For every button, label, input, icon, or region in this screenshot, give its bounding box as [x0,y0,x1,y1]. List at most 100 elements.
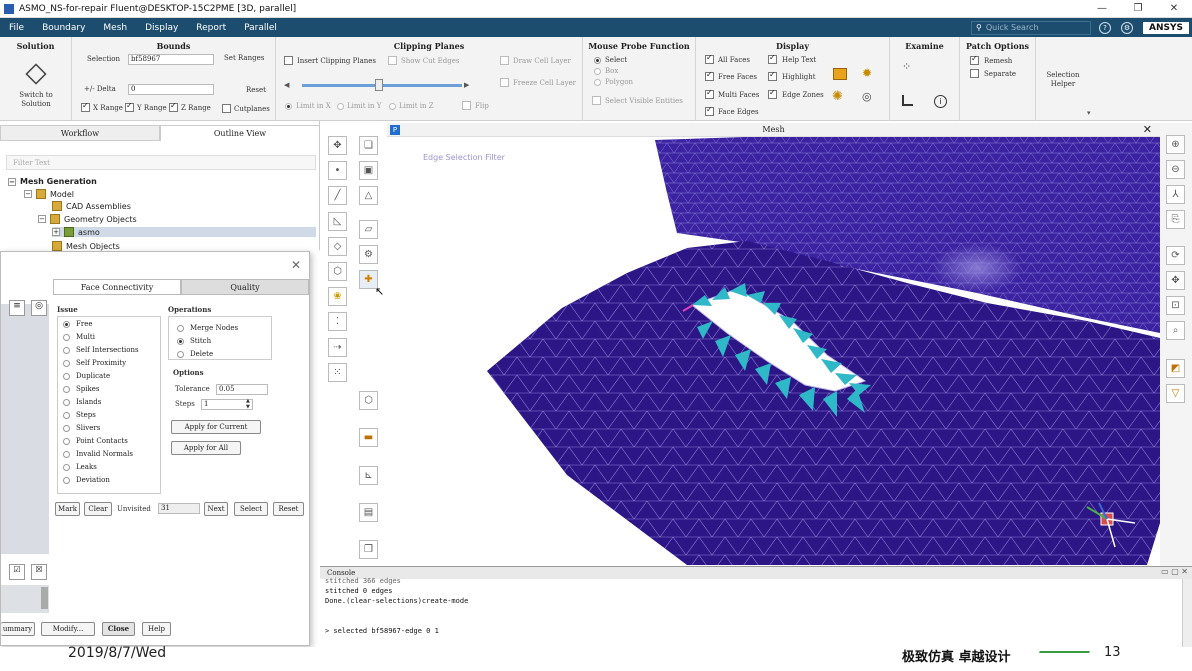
show-cut-edges-checkbox[interactable] [388,56,397,65]
tree-mesh-generation[interactable]: − Mesh Generation [8,177,97,186]
rotate-button[interactable]: ⟳ [1166,246,1185,265]
console-window-controls[interactable]: ▭ ▢ ✕ [1161,567,1188,576]
select-button[interactable]: Select [234,502,268,516]
tool-a-button[interactable]: ❏ [359,136,378,155]
mesh-view[interactable]: Edge Selection Filter [387,123,1160,565]
info-icon[interactable]: i [934,95,947,108]
menu-parallel[interactable]: Parallel [235,23,286,33]
help-button[interactable]: Help [142,622,171,636]
free-faces-checkbox[interactable] [705,70,714,81]
select-mode-button[interactable]: ✥ [328,136,347,155]
menu-report[interactable]: Report [187,23,235,33]
op-delete[interactable]: Delete [177,350,213,358]
zoom-in-button[interactable]: ⊕ [1166,135,1185,154]
help-icon[interactable]: ? [1099,21,1112,34]
tool-e-button[interactable]: ⚙ [359,245,378,264]
slider-left-arrow[interactable]: ◀ [284,81,289,89]
face-mode-button[interactable]: ◺ [328,212,347,231]
view-cube-button[interactable]: ⬡ [359,391,378,410]
list-checked-icon[interactable]: ☑ [9,564,25,580]
view-eye-icon[interactable]: ◎ [862,90,872,103]
edge-mode-button[interactable]: ╱ [328,186,347,205]
next-button[interactable]: Next [204,502,228,516]
restore-button[interactable]: ❐ [1120,3,1156,14]
lighting-icon[interactable]: ✹ [862,66,872,80]
issue-self-intersections[interactable]: Self Intersections [63,346,139,354]
zoom-box-button[interactable]: ⊡ [1166,296,1185,315]
minimize-button[interactable]: — [1084,3,1120,14]
filter-button[interactable]: ▽ [1166,384,1185,403]
remesh-checkbox[interactable] [970,54,979,65]
menu-display[interactable]: Display [136,23,187,33]
menu-boundary[interactable]: Boundary [33,23,94,33]
switch-to-solution-button[interactable]: Switch to Solution [8,91,64,109]
close-button[interactable]: Close [102,622,135,636]
target-icon[interactable]: ◎ [31,300,47,316]
edge-zones-checkbox[interactable] [768,88,777,99]
clear-button[interactable]: Clear [84,502,112,516]
issue-duplicate[interactable]: Duplicate [63,372,110,380]
draw-cell-layer-checkbox[interactable] [500,56,509,65]
issue-multi[interactable]: Multi [63,333,95,341]
summary-button[interactable]: ummary [1,622,35,636]
graphics-close-icon[interactable]: ✕ [1143,123,1152,137]
examine-points-icon[interactable]: ⁘ [902,60,911,73]
export-view-button[interactable]: ⎘ [1166,210,1185,229]
multi-node-button[interactable]: ⁙ [328,363,347,382]
display-color-icon[interactable] [833,68,847,80]
separate-checkbox[interactable] [970,69,979,78]
multi-faces-checkbox[interactable] [705,88,714,99]
axis-view-button[interactable]: ⅄ [1166,185,1185,204]
selection-field[interactable]: bf58967 [128,54,214,65]
magnify-button[interactable]: ⌕ [1166,321,1185,340]
graphics-window[interactable]: Edge Selection Filter [387,123,1160,565]
tool-b-button[interactable]: ▣ [359,161,378,180]
limit-x-radio[interactable] [285,103,292,110]
mark-button[interactable]: Mark [55,502,80,516]
issue-self-proximity[interactable]: Self Proximity [63,359,126,367]
console-panel[interactable]: Console ▭ ▢ ✕ stitched 366 edges stitche… [320,566,1192,647]
pan-button[interactable]: ✥ [1166,271,1185,290]
list-unchecked-icon[interactable]: ☒ [31,564,47,580]
delta-field[interactable]: 0 [128,84,214,95]
clipping-slider-thumb[interactable] [375,79,383,91]
menu-file[interactable]: File [0,23,33,33]
apply-all-button[interactable]: Apply for All [171,441,241,455]
menu-mesh[interactable]: Mesh [94,23,136,33]
reset-bounds-button[interactable]: Reset [246,86,266,94]
zoom-out-button[interactable]: ⊖ [1166,160,1185,179]
tree-mesh-objects[interactable]: Mesh Objects [52,241,120,251]
tool-d-button[interactable]: ▱ [359,220,378,239]
tree-asmo[interactable]: + asmo [52,227,316,237]
steps-spinner-icon[interactable]: ▲ ▼ [246,398,250,410]
probe-box-radio[interactable] [594,68,601,75]
issue-slivers[interactable]: Slivers [63,424,100,432]
tree-model[interactable]: − Model [24,189,74,199]
x-range-checkbox[interactable] [81,101,90,112]
console-input-line[interactable]: > selected bf58967-edge 0 1 [325,627,439,635]
object-mode-button[interactable]: ❀ [328,287,347,306]
freeze-cell-layer-checkbox[interactable] [500,78,509,87]
issue-free[interactable]: Free [63,320,93,328]
probe-polygon-radio[interactable] [594,79,601,86]
collapse-icon[interactable]: − [38,215,46,223]
tree-cad-assemblies[interactable]: CAD Assemblies [52,201,131,211]
op-merge-nodes[interactable]: Merge Nodes [177,324,238,332]
z-range-checkbox[interactable] [169,101,178,112]
collapse-icon[interactable]: − [8,177,16,186]
all-faces-checkbox[interactable] [705,53,714,64]
filter-list-icon[interactable]: ≡ [9,300,25,316]
issue-invalid-normals[interactable]: Invalid Normals [63,450,133,458]
set-ranges-button[interactable]: Set Ranges [224,54,264,62]
collapse-icon[interactable]: − [24,190,32,198]
dialog-close-icon[interactable]: ✕ [291,258,301,272]
insert-clipping-checkbox[interactable] [284,56,293,65]
issue-leaks[interactable]: Leaks [63,463,97,471]
plot-button[interactable]: ⊾ [359,466,378,485]
tab-quality[interactable]: Quality [181,279,309,295]
cell-mode-button[interactable]: ⬡ [328,262,347,281]
face-edges-checkbox[interactable] [705,105,714,116]
tab-face-connectivity[interactable]: Face Connectivity [53,279,181,295]
help-text-checkbox[interactable] [768,53,777,64]
tool-c-button[interactable]: △ [359,186,378,205]
